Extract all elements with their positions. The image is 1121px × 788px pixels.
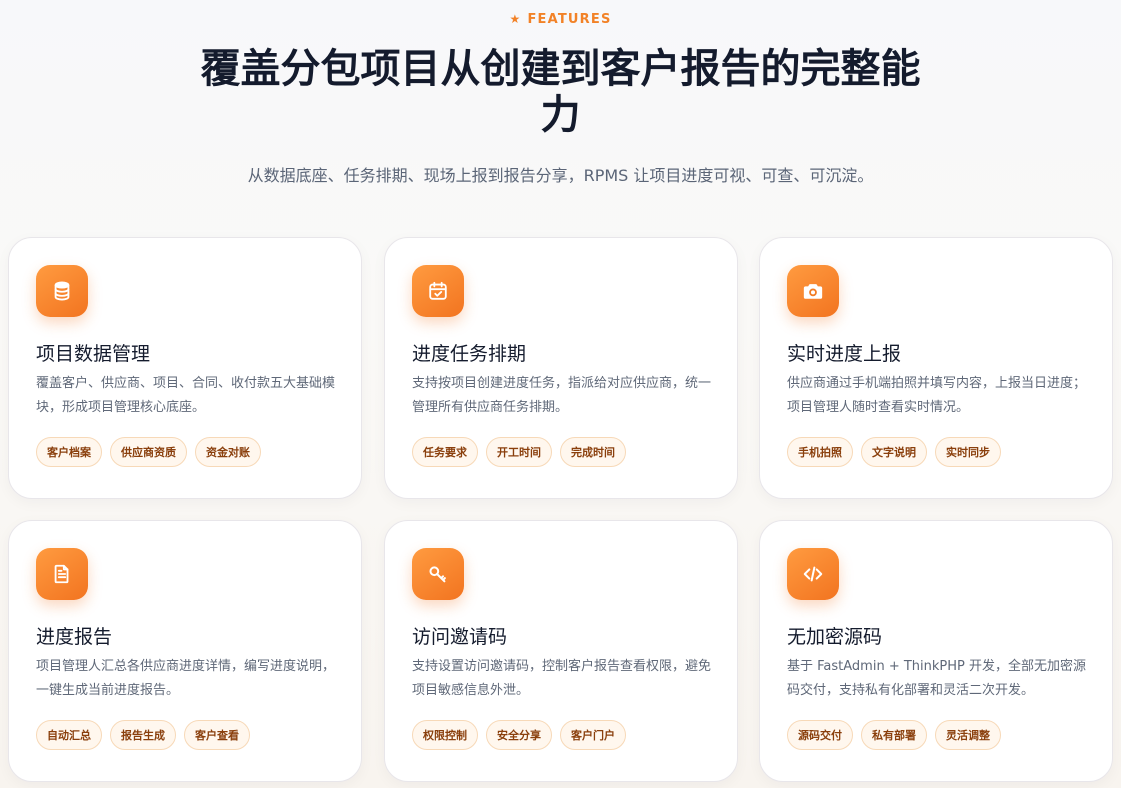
tag: 自动汇总 — [36, 720, 102, 750]
feature-card-realtime-report: 实时进度上报 供应商通过手机端拍照并填写内容，上报当日进度；项目管理人随时查看实… — [759, 237, 1113, 499]
card-description: 项目管理人汇总各供应商进度详情，编写进度说明，一键生成当前进度报告。 — [36, 659, 336, 698]
star-icon: ★ — [509, 12, 522, 26]
tag-list: 权限控制 安全分享 客户门户 — [412, 720, 626, 750]
tag: 完成时间 — [560, 437, 626, 467]
key-icon — [412, 548, 464, 600]
camera-icon — [787, 265, 839, 317]
eyebrow-label: FEATURES — [527, 12, 612, 27]
feature-card-invite-code: 访问邀请码 支持设置访问邀请码，控制客户报告查看权限，避免项目敏感信息外泄。 权… — [384, 520, 738, 782]
feature-card-project-data: 项目数据管理 覆盖客户、供应商、项目、合同、收付款五大基础模块，形成项目管理核心… — [8, 237, 362, 499]
card-title: 无加密源码 — [787, 626, 883, 648]
feature-card-task-schedule: 进度任务排期 支持按项目创建进度任务，指派给对应供应商，统一管理所有供应商任务排… — [384, 237, 738, 499]
tag: 报告生成 — [110, 720, 176, 750]
tag: 供应商资质 — [110, 437, 187, 467]
tag: 开工时间 — [486, 437, 552, 467]
tag: 灵活调整 — [935, 720, 1001, 750]
card-description: 支持设置访问邀请码，控制客户报告查看权限，避免项目敏感信息外泄。 — [412, 659, 712, 698]
card-description: 基于 FastAdmin + ThinkPHP 开发，全部无加密源码交付，支持私… — [787, 659, 1086, 698]
tag: 文字说明 — [861, 437, 927, 467]
card-description: 供应商通过手机端拍照并填写内容，上报当日进度；项目管理人随时查看实时情况。 — [787, 376, 1087, 415]
calendar-check-icon — [412, 265, 464, 317]
tag: 源码交付 — [787, 720, 853, 750]
document-icon — [36, 548, 88, 600]
code-icon — [787, 548, 839, 600]
feature-card-progress-report: 进度报告 项目管理人汇总各供应商进度详情，编写进度说明，一键生成当前进度报告。 … — [8, 520, 362, 782]
tag: 私有部署 — [861, 720, 927, 750]
section-subtitle: 从数据底座、任务排期、现场上报到报告分享，RPMS 让项目进度可视、可查、可沉淀… — [247, 166, 874, 185]
tag-list: 源码交付 私有部署 灵活调整 — [787, 720, 1001, 750]
feature-card-source-code: 无加密源码 基于 FastAdmin + ThinkPHP 开发，全部无加密源码… — [759, 520, 1113, 782]
eyebrow: ★ FEATURES — [0, 12, 1121, 27]
card-title: 进度报告 — [36, 626, 113, 648]
tag-list: 自动汇总 报告生成 客户查看 — [36, 720, 250, 750]
card-title: 项目数据管理 — [36, 343, 151, 365]
tag: 任务要求 — [412, 437, 478, 467]
tag: 安全分享 — [486, 720, 552, 750]
tag: 手机拍照 — [787, 437, 853, 467]
tag: 客户档案 — [36, 437, 102, 467]
card-title: 进度任务排期 — [412, 343, 527, 365]
tag-list: 客户档案 供应商资质 资金对账 — [36, 437, 261, 467]
tag: 实时同步 — [935, 437, 1001, 467]
tag: 权限控制 — [412, 720, 478, 750]
section-title: 覆盖分包项目从创建到客户报告的完整能力 — [200, 46, 921, 138]
database-icon — [36, 265, 88, 317]
card-description: 支持按项目创建进度任务，指派给对应供应商，统一管理所有供应商任务排期。 — [412, 376, 712, 415]
card-title: 访问邀请码 — [412, 626, 508, 648]
tag: 客户查看 — [184, 720, 250, 750]
tag-list: 手机拍照 文字说明 实时同步 — [787, 437, 1001, 467]
card-description: 覆盖客户、供应商、项目、合同、收付款五大基础模块，形成项目管理核心底座。 — [36, 376, 336, 415]
tag: 资金对账 — [195, 437, 261, 467]
card-title: 实时进度上报 — [787, 343, 902, 365]
tag: 客户门户 — [560, 720, 626, 750]
tag-list: 任务要求 开工时间 完成时间 — [412, 437, 626, 467]
